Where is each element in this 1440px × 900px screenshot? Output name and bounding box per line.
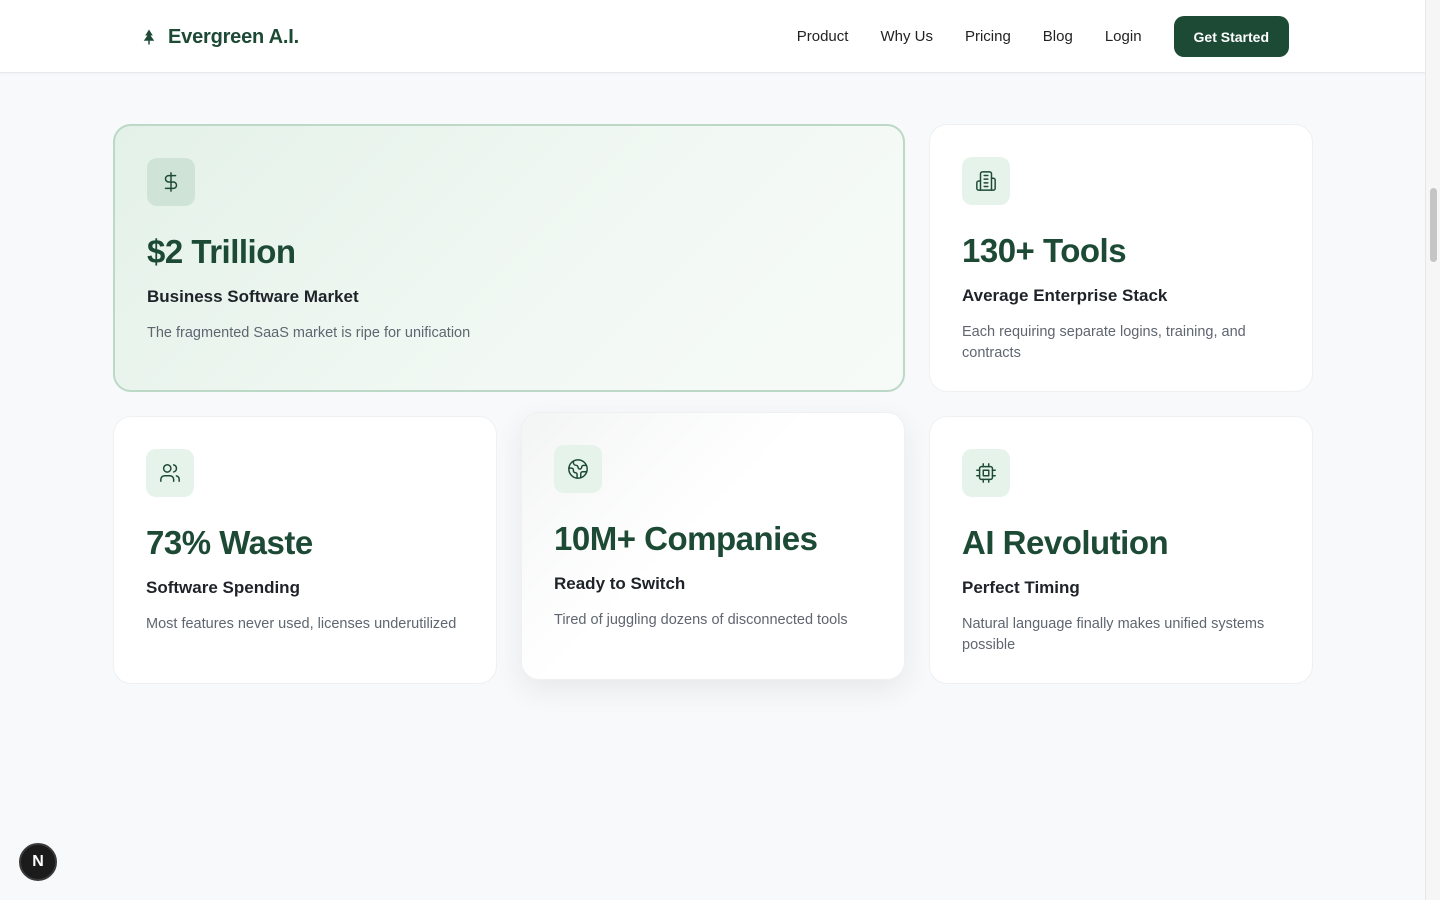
site-header: Evergreen A.I. Product Why Us Pricing Bl… <box>0 0 1425 73</box>
card-icon-box <box>962 449 1010 497</box>
card-description: The fragmented SaaS market is ripe for u… <box>147 324 471 341</box>
card-description: Most features never used, licenses under… <box>146 615 457 632</box>
dev-tools-badge[interactable]: N <box>19 843 57 881</box>
stat-card-ai: AI Revolution Perfect Timing Natural lan… <box>929 416 1313 684</box>
card-title: Ready to Switch <box>554 573 686 593</box>
nav-link-product[interactable]: Product <box>797 28 849 45</box>
stat-card-tools: 130+ Tools Average Enterprise Stack Each… <box>929 124 1313 392</box>
stat-card-companies: 10M+ Companies Ready to Switch Tired of … <box>521 412 905 680</box>
main-nav: Product Why Us Pricing Blog Login Get St… <box>797 16 1289 57</box>
dollar-icon <box>164 172 178 192</box>
card-stat: $2 Trillion <box>147 233 296 270</box>
card-title: Business Software Market <box>147 286 359 306</box>
building-icon <box>976 171 996 191</box>
brand-name: Evergreen A.I. <box>168 25 299 48</box>
stat-card-waste: 73% Waste Software Spending Most feature… <box>113 416 497 684</box>
users-icon <box>160 464 180 482</box>
card-description: Each requiring separate logins, training… <box>962 323 1246 361</box>
card-stat: 73% Waste <box>146 524 313 561</box>
get-started-button[interactable]: Get Started <box>1173 16 1289 57</box>
card-icon-box <box>554 445 602 493</box>
scrollbar-thumb[interactable] <box>1430 188 1437 262</box>
page-scrollbar[interactable] <box>1425 0 1440 900</box>
nav-link-pricing[interactable]: Pricing <box>965 28 1011 45</box>
card-description: Tired of juggling dozens of disconnected… <box>554 611 848 628</box>
tree-icon <box>143 29 155 45</box>
nav-link-why-us[interactable]: Why Us <box>880 28 933 45</box>
stat-card-market: $2 Trillion Business Software Market The… <box>113 124 905 392</box>
brand-logo-link[interactable]: Evergreen A.I. <box>140 24 299 50</box>
globe-icon <box>568 459 588 479</box>
card-icon-box <box>146 449 194 497</box>
card-description: Natural language finally makes unified s… <box>962 615 1265 653</box>
card-stat: 10M+ Companies <box>554 520 818 557</box>
card-stat: AI Revolution <box>962 524 1169 561</box>
card-title: Perfect Timing <box>962 577 1080 597</box>
card-title: Average Enterprise Stack <box>962 285 1168 305</box>
card-stat: 130+ Tools <box>962 232 1127 269</box>
card-icon-box <box>147 158 195 206</box>
nav-link-login[interactable]: Login <box>1105 28 1142 45</box>
cpu-icon <box>976 463 996 483</box>
card-title: Software Spending <box>146 577 300 597</box>
nav-link-blog[interactable]: Blog <box>1043 28 1073 45</box>
card-icon-box <box>962 157 1010 205</box>
